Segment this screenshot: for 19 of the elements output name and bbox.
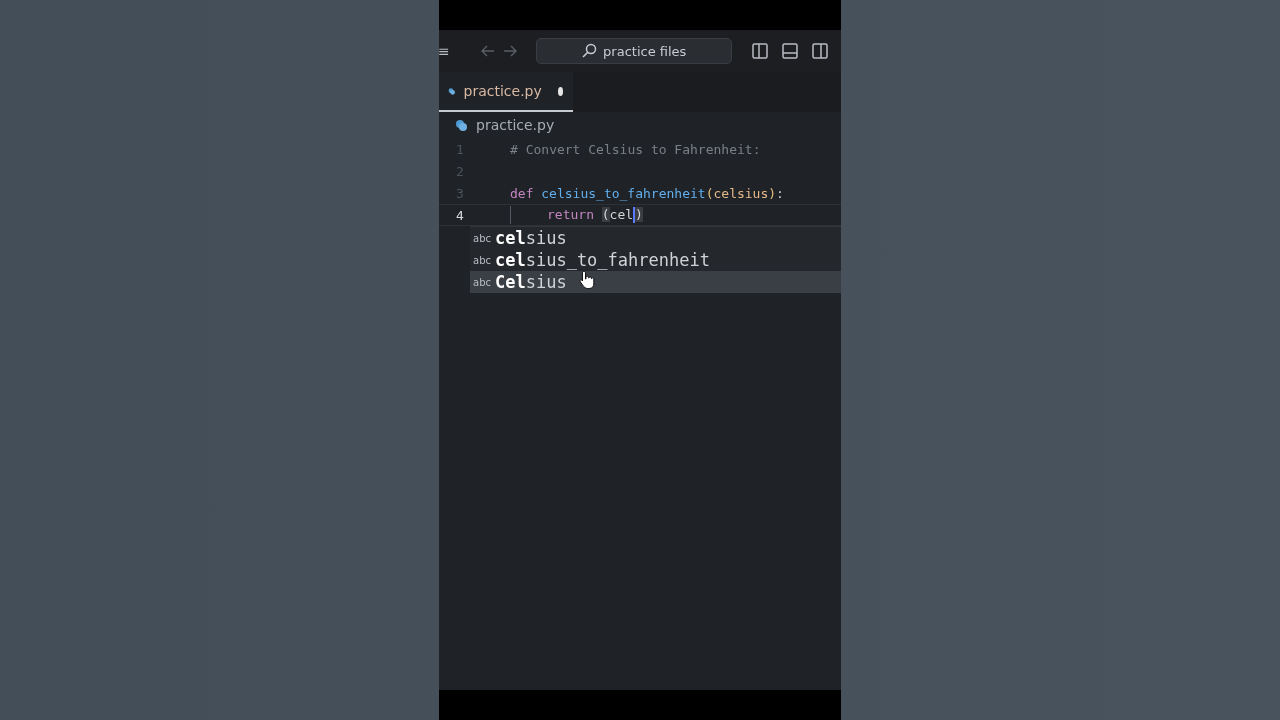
search-field[interactable]: practice files (535, 38, 732, 64)
code-line: # Convert Celsius to Fahrenheit: (509, 141, 761, 157)
code-line: return (cel) (481, 206, 643, 224)
suggestion-item[interactable]: abc Celsius (470, 271, 841, 293)
menu-icon[interactable]: ≡ (439, 43, 450, 59)
hand-cursor-icon (579, 270, 595, 290)
forward-arrow-icon[interactable] (502, 44, 518, 58)
file-tab[interactable]: practice.py (439, 72, 573, 112)
line-number: 4 (455, 207, 465, 223)
breadcrumb-item[interactable]: practice.py (476, 117, 555, 133)
bottom-panel-icon[interactable] (781, 43, 798, 59)
back-arrow-icon[interactable] (479, 44, 495, 58)
suggestion-item[interactable]: abc celsius (470, 227, 841, 249)
python-icon (455, 118, 468, 132)
code-line: def celsius_to_fahrenheit(celsius): (509, 185, 784, 201)
left-panel-icon[interactable] (751, 43, 768, 59)
suggestion-item[interactable]: abc celsius_to_fahrenheit (470, 249, 841, 271)
right-panel-icon[interactable] (811, 43, 828, 59)
search-icon (581, 43, 598, 59)
